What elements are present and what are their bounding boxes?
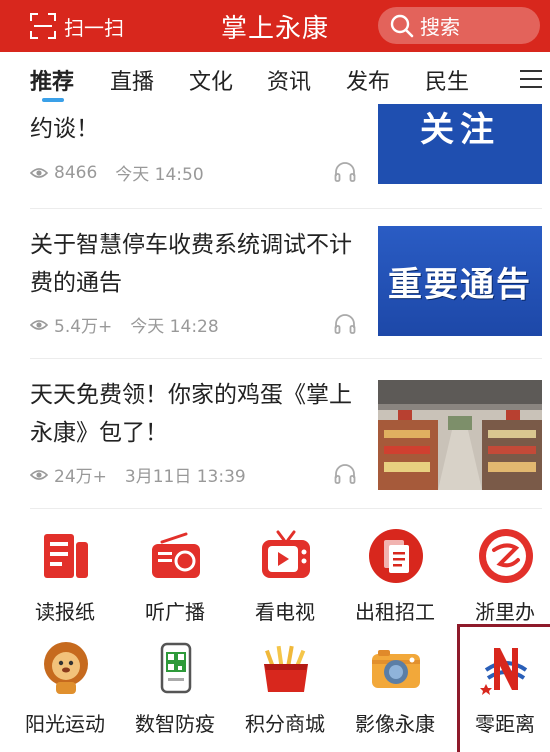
grid-item-newspaper[interactable]: 读报纸	[10, 520, 120, 630]
grid-item-label: 出租招工	[355, 600, 435, 624]
divider	[30, 508, 542, 509]
eye-icon	[30, 167, 48, 178]
eye-icon	[30, 469, 48, 480]
news-title: 约谈！	[30, 116, 99, 142]
search-label: 搜索	[420, 15, 460, 39]
tv-icon	[262, 530, 310, 578]
lion-mascot-icon	[44, 642, 88, 694]
tab-publish[interactable]: 发布	[346, 64, 390, 96]
news-item[interactable]: 天天免费领！你家的鸡蛋《掌上永康》包了！ 24万+ 3月11日 13:39	[0, 372, 550, 504]
tab-live[interactable]: 直播	[110, 64, 154, 96]
search-icon	[390, 14, 414, 37]
grid-item-label: 看电视	[255, 600, 315, 624]
thumbnail-text: 关注	[420, 110, 500, 150]
view-count: 8466	[54, 162, 98, 183]
qr-phone-icon	[160, 642, 192, 694]
scan-label: 扫一扫	[64, 15, 124, 40]
search-button[interactable]: 搜索	[378, 7, 540, 44]
news-item[interactable]: 关于智慧停车收费系统调试不计费的通告 5.4万+ 今天 14:28 重要通告	[0, 222, 550, 354]
grid-item-sports[interactable]: 阳光运动	[10, 632, 120, 742]
grid-item-epidemic[interactable]: 数智防疫	[120, 632, 230, 742]
publish-time: 今天 14:28	[130, 317, 219, 337]
grid-item-tv[interactable]: 看电视	[230, 520, 340, 630]
news-meta: 5.4万+ 今天 14:28	[30, 312, 219, 337]
top-bar: 扫一扫 掌上永康 搜索	[0, 0, 550, 52]
supermarket-photo	[378, 380, 542, 490]
headphone-icon[interactable]	[334, 464, 356, 484]
news-meta: 24万+ 3月11日 13:39	[30, 462, 246, 487]
headphone-icon[interactable]	[334, 314, 356, 334]
news-list: 约谈！ 8466 今天 14:50 关注 关于智慧停车收费系统调试不计费的通告	[0, 104, 550, 512]
grid-item-label: 浙里办	[475, 600, 535, 624]
gift-box-icon	[264, 645, 308, 692]
grid-item-zheliban[interactable]: 浙里办	[450, 520, 550, 630]
active-tab-indicator	[42, 98, 64, 102]
view-count: 24万+	[54, 467, 107, 487]
scan-icon	[30, 13, 56, 39]
newspaper-icon	[44, 534, 88, 578]
grid-item-radio[interactable]: 听广播	[120, 520, 230, 630]
eye-icon	[30, 319, 48, 330]
tab-news[interactable]: 资讯	[267, 64, 311, 96]
camera-icon	[372, 650, 420, 688]
view-count: 5.4万+	[54, 317, 113, 337]
news-item[interactable]: 约谈！ 8466 今天 14:50 关注	[0, 104, 550, 204]
publish-time: 今天 14:50	[115, 165, 204, 185]
tab-recommend[interactable]: 推荐	[30, 64, 74, 96]
news-thumbnail: 关注	[378, 104, 542, 184]
divider	[30, 208, 542, 209]
zheli-logo-icon	[479, 529, 533, 583]
headphone-icon[interactable]	[334, 162, 356, 182]
highlight-frame	[457, 624, 550, 752]
grid-item-label: 听广播	[145, 600, 205, 624]
divider	[30, 358, 542, 359]
grid-item-label: 数智防疫	[135, 712, 215, 736]
grid-item-photo[interactable]: 影像永康	[340, 632, 450, 742]
tab-livelihood[interactable]: 民生	[425, 64, 469, 96]
document-icon	[369, 529, 423, 583]
news-title: 天天免费领！你家的鸡蛋《掌上永康》包了！	[30, 382, 352, 446]
grid-item-rental[interactable]: 出租招工	[340, 520, 450, 630]
radio-icon	[152, 532, 200, 578]
grid-item-mall[interactable]: 积分商城	[230, 632, 340, 742]
publish-time: 3月11日 13:39	[124, 467, 246, 487]
news-title: 关于智慧停车收费系统调试不计费的通告	[30, 232, 352, 296]
news-meta: 8466 今天 14:50	[30, 160, 204, 185]
channel-tabs: 推荐 直播 文化 资讯 发布 民生	[0, 52, 550, 104]
grid-item-label: 读报纸	[35, 600, 95, 624]
menu-icon[interactable]	[520, 70, 542, 88]
tab-culture[interactable]: 文化	[189, 64, 233, 96]
grid-item-label: 阳光运动	[25, 712, 105, 736]
grid-item-label: 影像永康	[355, 712, 435, 736]
thumbnail-text: 重要通告	[388, 264, 532, 305]
news-thumbnail: 重要通告	[378, 226, 542, 336]
scan-button[interactable]: 扫一扫	[30, 10, 124, 42]
grid-item-label: 积分商城	[245, 712, 325, 736]
